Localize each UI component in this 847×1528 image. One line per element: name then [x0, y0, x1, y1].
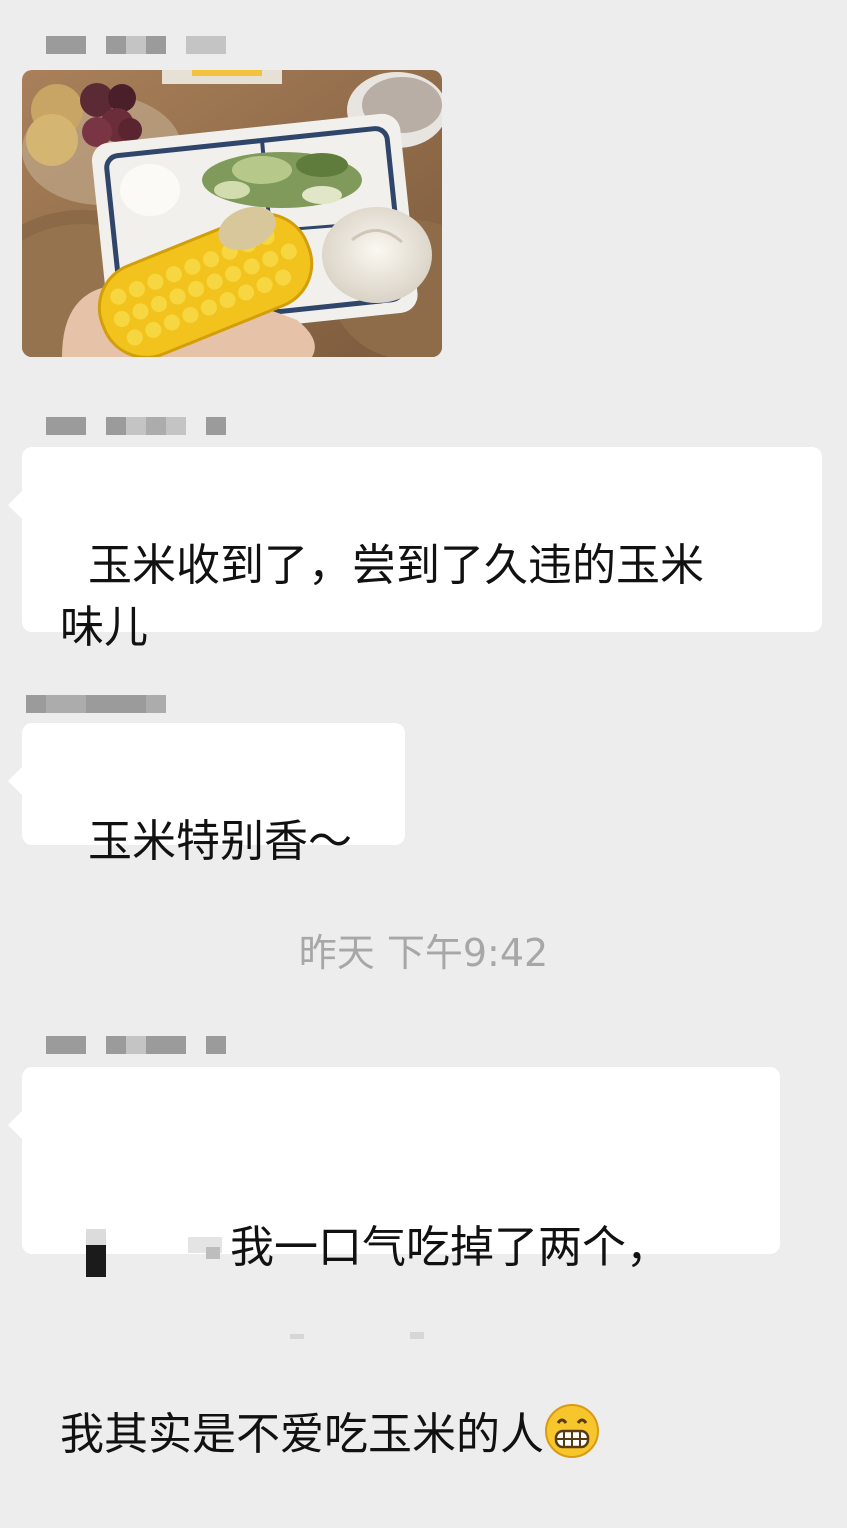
message-bubble[interactable]: 我一口气吃掉了两个， 我其实是不爱吃玉米的人: [8, 1067, 780, 1460]
message-bubble[interactable]: 玉米特别香～: [8, 723, 405, 867]
food-photo[interactable]: [22, 70, 442, 357]
message-text: 玉米特别香～: [87, 816, 352, 867]
grinning-face-icon: [544, 1403, 600, 1459]
message-text: 我其实是不爱吃玉米的人: [60, 1409, 544, 1460]
sender-name: [46, 1035, 226, 1055]
timestamp: 昨天 下午9:42: [298, 931, 549, 975]
message-text: 玉米收到了，尝到了久违的玉米 味儿: [60, 540, 704, 653]
message-line: 我其实是不爱吃玉米的人: [60, 1403, 744, 1466]
message-bubble[interactable]: 玉米收到了，尝到了久违的玉米 味儿: [8, 447, 822, 653]
redacted-block: [60, 1225, 230, 1277]
sender-name: [26, 694, 166, 714]
sender-name: [46, 35, 226, 55]
next-item-fragment: [290, 1332, 440, 1339]
message-line: 我一口气吃掉了两个，: [60, 1217, 744, 1279]
sender-name: [46, 416, 226, 436]
message-text: 我一口气吃掉了两个，: [230, 1222, 670, 1273]
